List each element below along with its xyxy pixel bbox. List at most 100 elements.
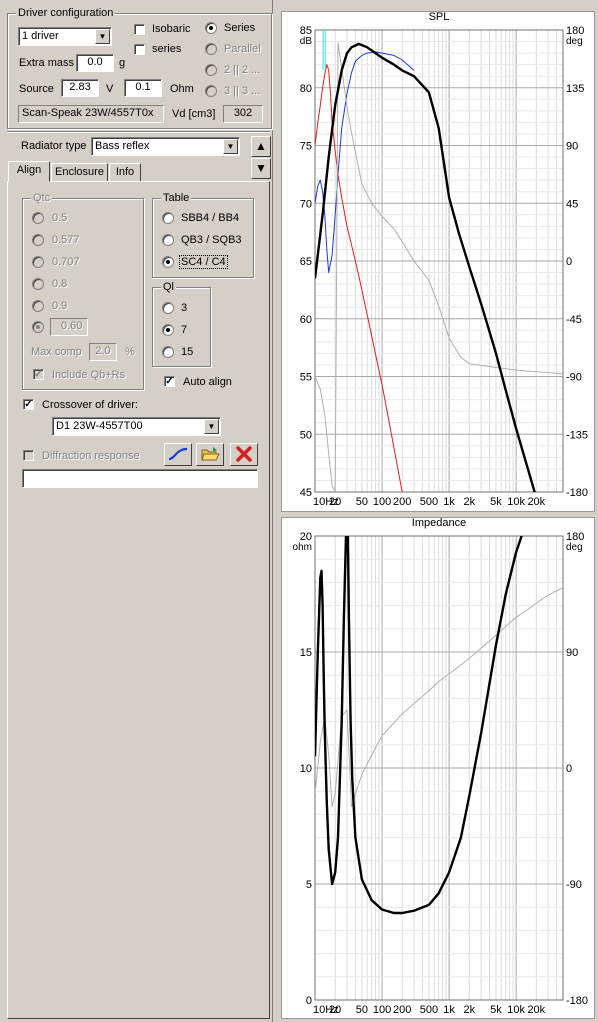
qtc-option-0: 0.5 (52, 212, 68, 224)
source-ohm-value: 0.1 (135, 81, 151, 93)
tab-enclosure-label: Enclosure (55, 166, 104, 178)
y-tick-label: 5 (306, 879, 312, 891)
chevron-down-icon[interactable]: ▼ (223, 139, 238, 154)
y2-tick-label: -135 (566, 429, 588, 441)
table-radio-sbb4[interactable] (162, 212, 174, 224)
impedance-chart-panel: Impedance 20 15 10 5 0 180 90 0 -90 -180 ohm deg 10Hz… (281, 517, 595, 1019)
qtc-custom-field[interactable]: 0.60 (50, 318, 88, 336)
ql-radio-15[interactable] (162, 346, 174, 358)
qtc-option-3: 0.8 (52, 278, 68, 290)
source-voltage-value: 2.83 (69, 81, 91, 93)
x-tick-label: 2k (463, 1004, 475, 1016)
x-tick-label: 500 (420, 1004, 438, 1016)
table-radio-qb3[interactable] (162, 234, 174, 246)
wiring-2x2-radio[interactable] (205, 64, 217, 76)
radiator-type-select[interactable]: Bass reflex ▼ (91, 137, 240, 156)
wiring-parallel-radio[interactable] (205, 43, 217, 55)
y2-tick-label: 90 (566, 647, 578, 659)
crossover-select[interactable]: D1 23W-4557T00 ▼ (52, 417, 221, 436)
wiring-3x3-label: 3 || 3 ... (224, 85, 261, 97)
extra-mass-value: 0.0 (87, 56, 103, 68)
crossover-checkbox[interactable]: ✓ (23, 399, 34, 410)
wiring-3x3-radio[interactable] (205, 85, 217, 97)
diffraction-checkbox[interactable] (23, 450, 34, 461)
vd-value: 302 (233, 107, 253, 119)
qtc-radio-1[interactable] (32, 234, 44, 246)
source-ohm-field[interactable]: 0.1 (124, 79, 162, 97)
y-tick-label: 70 (300, 198, 312, 210)
x-tick-label: 20 (329, 1004, 341, 1016)
tab-info[interactable]: Info (109, 163, 141, 182)
x-tick-label: 20k (527, 496, 545, 508)
move-down-button[interactable]: ▼ (251, 158, 271, 179)
include-qb-rs-checkbox[interactable]: ✓ (33, 369, 44, 380)
isobaric-checkbox[interactable] (134, 24, 145, 35)
auto-align-checkbox[interactable]: ✓ (164, 376, 175, 387)
crossover-value: D1 23W-4557T00 (56, 420, 143, 432)
x-tick-label: 1k (443, 1004, 455, 1016)
delete-icon (236, 446, 252, 462)
qtc-radio-0[interactable] (32, 212, 44, 224)
x-tick-label: 100 (373, 1004, 391, 1016)
qtc-radio-custom[interactable] (32, 321, 44, 333)
y2-tick-label: 45 (566, 198, 578, 210)
chevron-down-icon[interactable]: ▼ (204, 419, 219, 434)
chevron-down-icon[interactable]: ▼ (95, 29, 110, 44)
x-tick-label: 200 (393, 1004, 411, 1016)
y-tick-label: 10 (300, 763, 312, 775)
x-tick-label: 10k (507, 1004, 525, 1016)
qtc-radio-2[interactable] (32, 256, 44, 268)
driver-name-value: Scan-Speak 23W/4557T0x (22, 107, 154, 119)
y2-tick-label: -180 (566, 487, 588, 499)
source-label: Source (19, 83, 54, 95)
radiator-type-label: Radiator type (21, 140, 87, 152)
curve-icon (168, 447, 188, 461)
extra-mass-field[interactable]: 0.0 (76, 54, 114, 72)
diffraction-text-field[interactable] (22, 469, 258, 488)
max-comp-label: Max comp (31, 346, 82, 358)
y-axis-unit: dB (300, 36, 313, 47)
series-line (315, 64, 403, 492)
crossover-label: Crossover of driver: (42, 399, 138, 411)
y2-tick-label: 90 (566, 141, 578, 153)
table-radio-sc4[interactable] (162, 256, 174, 268)
tab-align[interactable]: Align (8, 161, 50, 182)
qtc-radio-4[interactable] (32, 300, 44, 312)
y2-tick-label: -180 (566, 995, 588, 1007)
delete-button[interactable] (230, 443, 258, 466)
y-tick-label: 15 (300, 647, 312, 659)
table-option-sc4: SC4 / C4 (179, 255, 228, 269)
curve-button[interactable] (164, 443, 192, 466)
table-option-qb3: QB3 / SQB3 (181, 234, 242, 246)
qtc-radio-3[interactable] (32, 278, 44, 290)
driver-configuration-title: Driver configuration (16, 7, 116, 19)
max-comp-field[interactable]: 2.0 (89, 343, 117, 361)
y-tick-label: 75 (300, 141, 312, 153)
driver-count-value: 1 driver (22, 30, 59, 42)
y2-tick-label: -90 (566, 372, 582, 384)
tab-enclosure[interactable]: Enclosure (51, 163, 108, 182)
x-tick-label: 10k (507, 496, 525, 508)
x-tick-label: 1k (443, 496, 455, 508)
y2-tick-label: 135 (566, 83, 584, 95)
ql-radio-3[interactable] (162, 302, 174, 314)
tab-info-label: Info (115, 166, 135, 178)
impedance-chart: Impedance20151050180900-90-180ohm deg10Hz… (293, 517, 588, 1016)
move-up-button[interactable]: ▲ (251, 136, 271, 157)
wiring-2x2-label: 2 || 2 ... (224, 64, 261, 76)
source-voltage-field[interactable]: 2.83 (61, 79, 99, 97)
ql-option-3: 3 (181, 302, 188, 314)
arrow-up-icon: ▲ (255, 139, 267, 153)
driver-count-select[interactable]: 1 driver ▼ (18, 27, 112, 46)
series-checkbox[interactable] (134, 44, 145, 55)
wiring-series-radio[interactable] (205, 22, 217, 34)
diffraction-label: Diffraction response (42, 450, 140, 462)
x-tick-label: 5k (490, 1004, 502, 1016)
isobaric-label: Isobaric (152, 23, 191, 35)
open-button[interactable] (196, 443, 224, 466)
include-qb-rs-label: Include Qb+Rs (52, 369, 126, 381)
x-tick-label: 200 (393, 496, 411, 508)
y2-tick-label: -45 (566, 314, 582, 326)
x-tick-label: 5k (490, 496, 502, 508)
ql-radio-7[interactable] (162, 324, 174, 336)
